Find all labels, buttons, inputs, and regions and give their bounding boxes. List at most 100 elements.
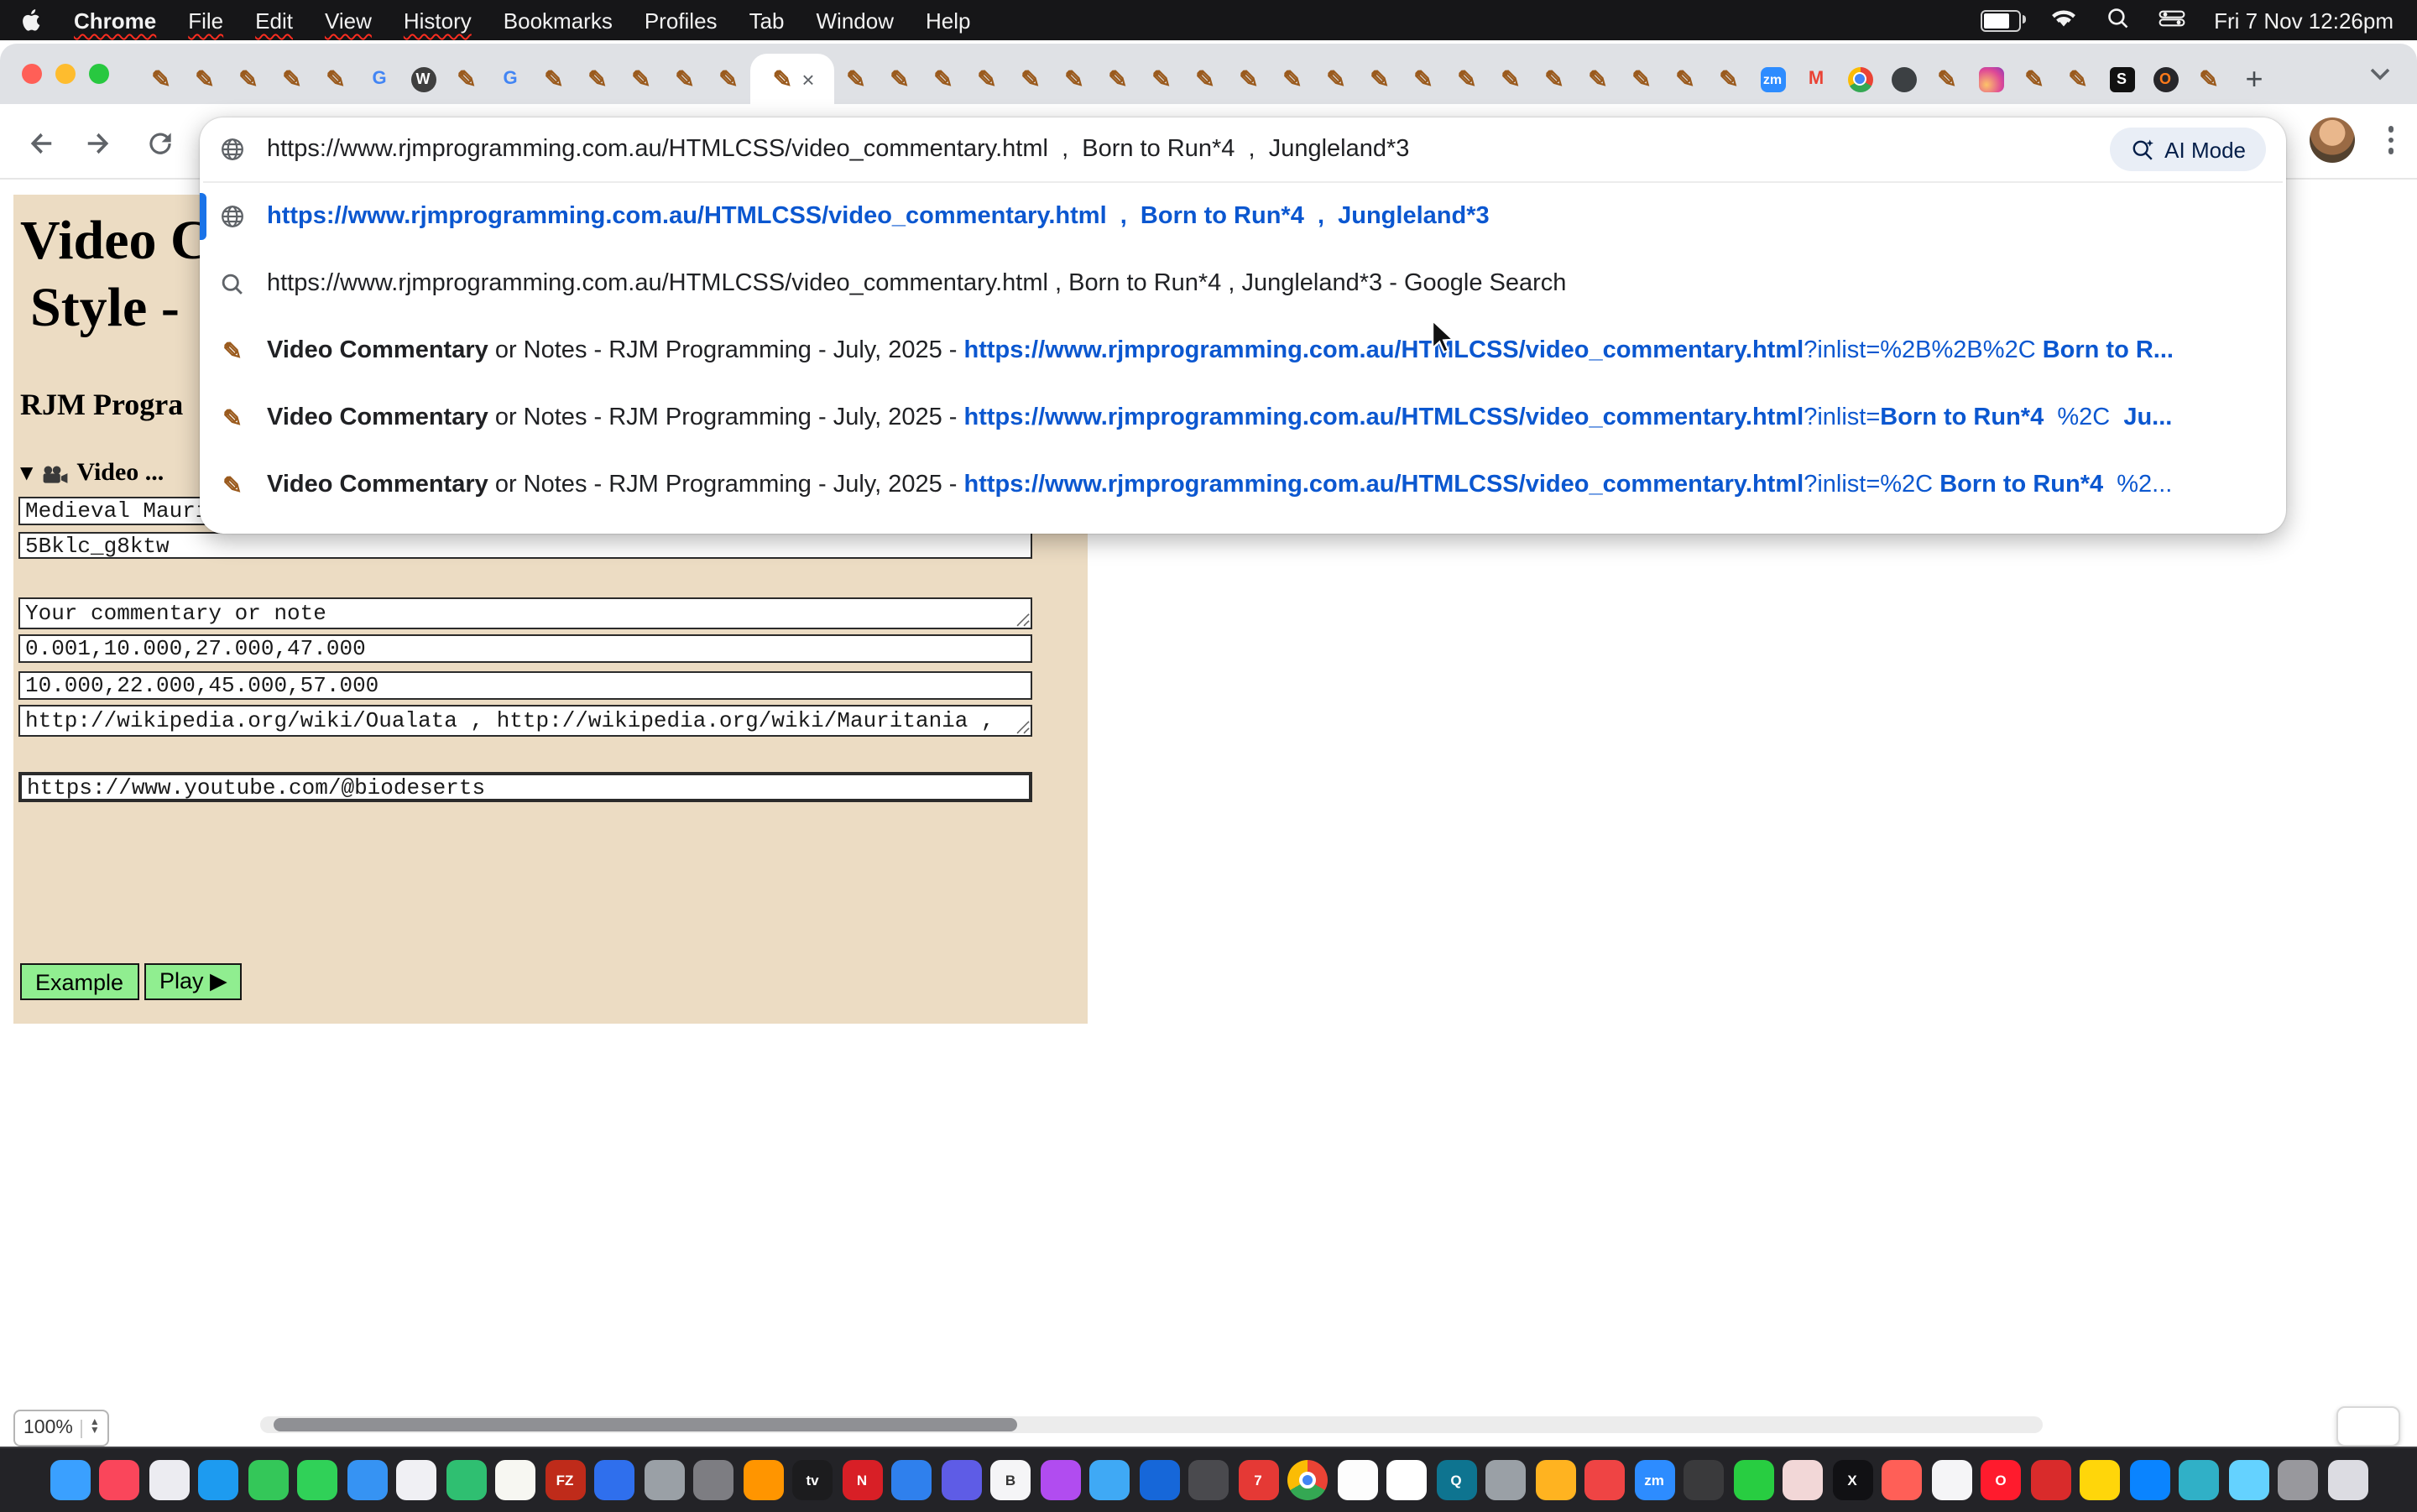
ai-mode-button[interactable]: AI Mode <box>2109 128 2266 171</box>
omnibox-suggestion[interactable]: ✎Video Commentary or Notes - RJM Program… <box>200 384 2286 451</box>
browser-tab[interactable]: ✎ <box>270 54 314 104</box>
youtube-channel-input[interactable] <box>18 772 1032 802</box>
dock-app-icon-18[interactable] <box>891 1460 932 1500</box>
dock-app-icon-39[interactable] <box>1931 1460 1971 1500</box>
menu-window[interactable]: Window <box>817 8 895 33</box>
dock-app-icon-2[interactable] <box>99 1460 139 1500</box>
wiki-links-textarea[interactable]: http://wikipedia.org/wiki/Oualata , http… <box>18 705 1032 737</box>
menu-tab[interactable]: Tab <box>749 8 785 33</box>
battery-icon[interactable] <box>1981 9 2021 31</box>
browser-tab[interactable]: M <box>1794 54 1838 104</box>
profile-avatar[interactable] <box>2309 117 2354 163</box>
commentary-textarea[interactable]: Your commentary or note <box>18 597 1032 629</box>
browser-tab[interactable]: ✎ <box>1358 54 1402 104</box>
browser-tab[interactable]: ✎ <box>1183 54 1227 104</box>
browser-tab[interactable]: G <box>358 54 401 104</box>
browser-tab[interactable]: ✎ <box>139 54 183 104</box>
browser-tab[interactable]: G <box>488 54 532 104</box>
omnibox-suggestion[interactable]: ✎Video Commentary or Notes - RJM Program… <box>200 451 2286 519</box>
browser-tab[interactable]: ✎ <box>707 54 750 104</box>
dock-app-icon-16[interactable]: tv <box>792 1460 833 1500</box>
dock-app-icon-1[interactable] <box>50 1460 90 1500</box>
browser-tab[interactable]: ✎ <box>532 54 576 104</box>
dock-app-icon-14[interactable] <box>693 1460 733 1500</box>
dock-app-icon-44[interactable] <box>2179 1460 2219 1500</box>
browser-tab[interactable]: ✎ <box>878 54 921 104</box>
browser-tab[interactable]: ✎ <box>1009 54 1052 104</box>
browser-tab[interactable]: ✎ <box>1445 54 1489 104</box>
dock-app-icon-25[interactable]: 7 <box>1238 1460 1278 1500</box>
dock-app-icon-19[interactable] <box>941 1460 981 1500</box>
browser-tab[interactable]: ✎ <box>1576 54 1620 104</box>
browser-tab[interactable]: ✎ <box>1096 54 1140 104</box>
menu-chrome[interactable]: Chrome <box>74 8 156 33</box>
dock-app-icon-36[interactable] <box>1783 1460 1823 1500</box>
start-times-input[interactable] <box>18 634 1032 663</box>
dock-app-icon-30[interactable] <box>1485 1460 1526 1500</box>
browser-tab[interactable]: ✎ <box>2012 54 2056 104</box>
dock-app-icon-3[interactable] <box>149 1460 189 1500</box>
dock-app-icon-41[interactable] <box>2030 1460 2070 1500</box>
video-id-input[interactable] <box>18 532 1032 559</box>
dock-app-icon-10[interactable] <box>495 1460 535 1500</box>
dock-app-icon-33[interactable]: zm <box>1634 1460 1674 1500</box>
browser-tab[interactable]: ✎ <box>834 54 878 104</box>
disclosure-triangle-icon[interactable]: ▼ <box>20 465 33 483</box>
back-button[interactable] <box>20 123 60 163</box>
browser-tab[interactable] <box>1882 54 1925 104</box>
browser-tab[interactable]: ✎ <box>183 54 227 104</box>
dock-app-icon-31[interactable] <box>1535 1460 1575 1500</box>
dock-app-icon-13[interactable] <box>644 1460 684 1500</box>
dock-app-icon-12[interactable] <box>594 1460 634 1500</box>
dock-app-icon-42[interactable] <box>2080 1460 2120 1500</box>
dock-app-icon-47[interactable] <box>2327 1460 2367 1500</box>
browser-tab[interactable]: ✎ <box>1663 54 1707 104</box>
browser-tab[interactable]: ✎ <box>663 54 707 104</box>
omnibox-suggestion[interactable]: https://www.rjmprogramming.com.au/HTMLCS… <box>200 183 2286 250</box>
browser-tab[interactable]: ✎ <box>314 54 358 104</box>
zoom-stepper[interactable]: ▲ ▼ <box>81 1419 100 1437</box>
browser-tab[interactable] <box>1838 54 1882 104</box>
video-details-summary[interactable]: ▼ Video ... <box>20 460 164 488</box>
browser-tab[interactable]: ✎ <box>2187 54 2231 104</box>
page-zoom-control[interactable]: 100% ▲ ▼ <box>13 1410 110 1447</box>
dock-app-icon-28[interactable] <box>1386 1460 1427 1500</box>
dock-app-icon-32[interactable] <box>1584 1460 1625 1500</box>
browser-tab[interactable]: zm <box>1751 54 1794 104</box>
browser-tab[interactable]: ✎ <box>1707 54 1751 104</box>
browser-tab[interactable]: ✎ <box>1532 54 1576 104</box>
dock-app-icon-38[interactable] <box>1882 1460 1922 1500</box>
dock-app-icon-7[interactable] <box>347 1460 387 1500</box>
browser-tab[interactable]: ✎ <box>227 54 270 104</box>
reload-button[interactable] <box>139 123 180 163</box>
dock-app-icon-26[interactable] <box>1287 1460 1328 1500</box>
browser-tab[interactable]: ✎ <box>619 54 663 104</box>
zoom-down-icon[interactable]: ▼ <box>90 1428 100 1437</box>
menu-bar-clock[interactable]: Fri 7 Nov 12:26pm <box>2214 8 2394 33</box>
dock-app-icon-5[interactable] <box>248 1460 288 1500</box>
chrome-menu-icon[interactable] <box>2381 120 2400 161</box>
browser-tab[interactable]: ✎ <box>1925 54 1969 104</box>
example-button[interactable]: Example <box>20 963 138 1000</box>
browser-tab[interactable]: ✎ <box>1052 54 1096 104</box>
browser-tab[interactable]: ✎ <box>921 54 965 104</box>
browser-tab[interactable] <box>1969 54 2012 104</box>
spotlight-icon[interactable] <box>2106 6 2130 34</box>
address-bar-text[interactable]: https://www.rjmprogramming.com.au/HTMLCS… <box>267 136 2087 163</box>
omnibox-suggestion[interactable]: https://www.rjmprogramming.com.au/HTMLCS… <box>200 250 2286 317</box>
dock-app-icon-35[interactable] <box>1733 1460 1773 1500</box>
browser-tab[interactable]: ✎ <box>576 54 619 104</box>
omnibox-suggestion[interactable]: ✎Video Commentary or Notes - RJM Program… <box>200 317 2286 384</box>
browser-tab[interactable]: ✎ <box>1402 54 1445 104</box>
dock-app-icon-27[interactable] <box>1337 1460 1377 1500</box>
active-tab[interactable]: ✎× <box>750 54 834 104</box>
browser-tab[interactable]: ✎ <box>1227 54 1271 104</box>
apple-menu-icon[interactable] <box>20 7 42 34</box>
dock-app-icon-23[interactable] <box>1139 1460 1179 1500</box>
browser-tab[interactable]: W <box>401 54 445 104</box>
menu-profiles[interactable]: Profiles <box>645 8 718 33</box>
horizontal-scrollbar-thumb[interactable] <box>274 1418 1017 1431</box>
browser-tab[interactable]: ✎ <box>1489 54 1532 104</box>
dock-app-icon-22[interactable] <box>1089 1460 1130 1500</box>
omnibox-url-row[interactable]: https://www.rjmprogramming.com.au/HTMLCS… <box>200 117 2286 181</box>
